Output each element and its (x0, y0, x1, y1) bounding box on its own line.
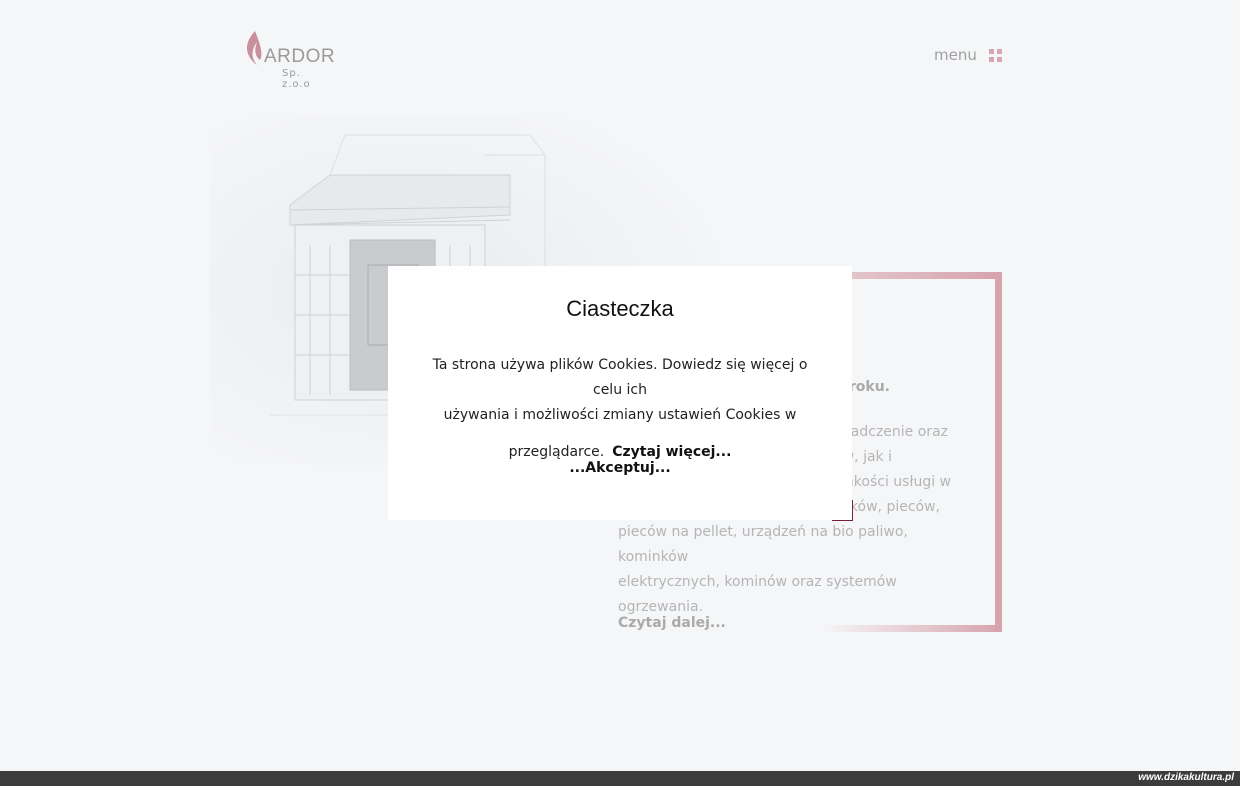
logo-subtitle: Sp. z.o.o (282, 68, 311, 90)
footer-credit-link[interactable]: www.dzikakultura.pl (1138, 772, 1234, 783)
logo[interactable]: ARDOR Sp. z.o.o (243, 30, 336, 90)
cookie-text-line-2: używania i możliwości zmiany ustawień Co… (443, 407, 797, 423)
menu-button[interactable]: menu (934, 46, 1002, 64)
cookie-more-link[interactable]: Czytaj więcej... (612, 444, 731, 460)
menu-grid-icon (988, 48, 1002, 62)
read-more-link[interactable]: Czytaj dalej... (618, 615, 726, 631)
about-line-6: elektrycznych, kominów oraz systemów ogr… (618, 574, 897, 615)
cookie-text-line-3: przeglądarce. (508, 444, 605, 460)
cookie-modal-title: Ciasteczka (566, 296, 674, 321)
about-line-5: pieców na pellet, urządzeń na bio paliwo… (618, 524, 908, 565)
menu-label: menu (934, 46, 977, 64)
logo-name: ARDOR (264, 46, 336, 67)
flame-icon (247, 31, 262, 65)
cookie-text-line-1: Ta strona używa plików Cookies. Dowiedz … (432, 357, 808, 398)
footer-bar: www.dzikakultura.pl (0, 771, 1240, 786)
cookie-modal-text: Ta strona używa plików Cookies. Dowiedz … (420, 353, 820, 465)
cookie-accept-button[interactable]: ...Akceptuj... (0, 460, 1240, 476)
